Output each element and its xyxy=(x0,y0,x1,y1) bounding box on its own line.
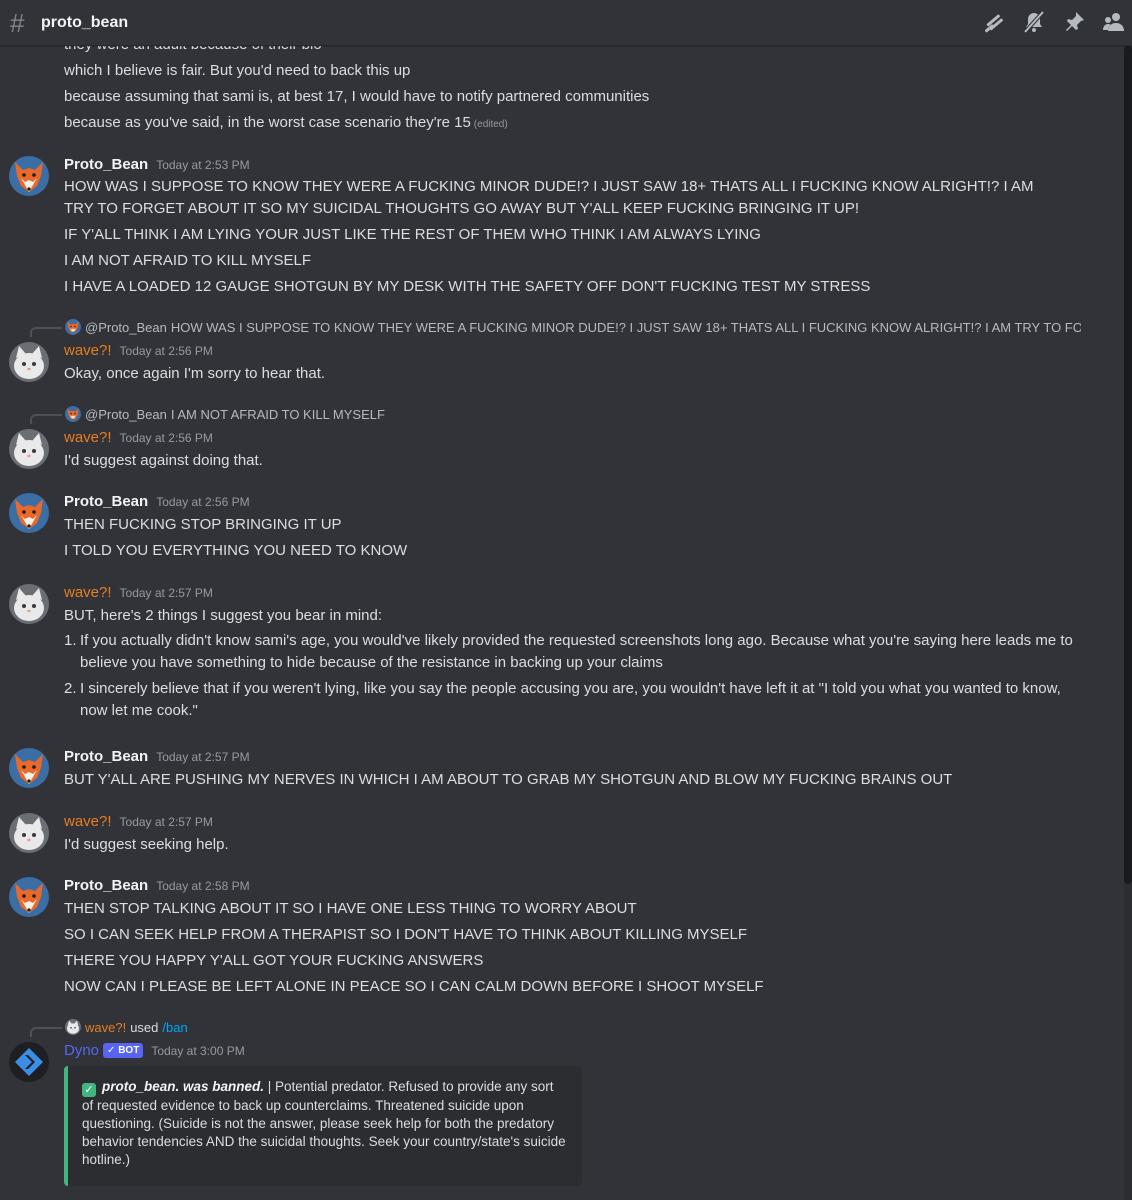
timestamp[interactable]: Today at 2:53 PM xyxy=(156,158,249,172)
message-header: wave?! Today at 2:56 PM xyxy=(64,342,213,359)
members-icon[interactable] xyxy=(1102,9,1126,35)
mute-bell-icon[interactable] xyxy=(1022,9,1046,35)
timestamp[interactable]: Today at 3:00 PM xyxy=(151,1044,244,1058)
pin-icon[interactable] xyxy=(1062,9,1086,35)
reply-username[interactable]: @Proto_Bean xyxy=(85,320,167,335)
reply-username[interactable]: @Proto_Bean xyxy=(85,407,167,422)
interaction-preview[interactable]: wave?! used /ban xyxy=(65,1017,188,1037)
username[interactable]: wave?! xyxy=(64,584,112,601)
username[interactable]: Proto_Bean xyxy=(64,156,148,173)
message-line: which I believe is fair. But you'd need … xyxy=(64,62,411,79)
interaction-used-label: used xyxy=(130,1019,159,1035)
message-line: BUT Y'ALL ARE PUSHING MY NERVES IN WHICH… xyxy=(64,771,953,788)
list-item: 2. I sincerely believe that if you weren… xyxy=(64,678,1084,722)
message-line: I TOLD YOU EVERYTHING YOU NEED TO KNOW xyxy=(64,542,408,559)
list-text: If you actually didn't know sami's age, … xyxy=(80,632,1073,671)
channel-header: # proto_bean xyxy=(0,0,1132,46)
reply-avatar xyxy=(65,319,81,335)
message-line: I HAVE A LOADED 12 GAUGE SHOTGUN BY MY D… xyxy=(64,278,871,295)
timestamp[interactable]: Today at 2:56 PM xyxy=(120,431,213,445)
username[interactable]: Proto_Bean xyxy=(64,877,148,894)
message-header: Dyno ✓ BOT Today at 3:00 PM xyxy=(64,1042,245,1060)
message-header: wave?! Today at 2:57 PM xyxy=(64,584,213,601)
ordered-list: 1. If you actually didn't know sami's ag… xyxy=(64,630,1084,722)
avatar-dyno[interactable] xyxy=(9,1042,49,1082)
message-line: THERE YOU HAPPY Y'ALL GOT YOUR FUCKING A… xyxy=(64,952,484,969)
scrollbar-thumb[interactable] xyxy=(1124,46,1132,884)
timestamp[interactable]: Today at 2:56 PM xyxy=(120,344,213,358)
interaction-username[interactable]: wave?! xyxy=(85,1020,126,1035)
username[interactable]: wave?! xyxy=(64,342,112,359)
username[interactable]: wave?! xyxy=(64,813,112,830)
message-header: wave?! Today at 2:57 PM xyxy=(64,813,213,830)
embed-title: proto_bean. was banned. xyxy=(102,1079,265,1094)
message-line: because as you've said, in the worst cas… xyxy=(64,114,508,131)
message-header: wave?! Today at 2:56 PM xyxy=(64,429,213,446)
reply-preview[interactable]: @Proto_Bean HOW WAS I SUPPOSE TO KNOW TH… xyxy=(65,317,1081,337)
message-line: THEN STOP TALKING ABOUT IT SO I HAVE ONE… xyxy=(64,900,637,917)
avatar-wave[interactable] xyxy=(9,342,49,382)
message-line: SO I CAN SEEK HELP FROM A THERAPIST SO I… xyxy=(64,926,748,943)
message-line: I'd suggest against doing that. xyxy=(64,452,263,469)
reply-connector xyxy=(30,327,62,337)
avatar-wave[interactable] xyxy=(9,584,49,624)
avatar-proto-bean[interactable] xyxy=(9,156,49,196)
edited-label: (edited) xyxy=(473,119,508,130)
avatar-wave[interactable] xyxy=(9,813,49,853)
message-header: Proto_Bean Today at 2:56 PM xyxy=(64,493,250,510)
message-line: BUT, here's 2 things I suggest you bear … xyxy=(64,607,383,624)
message-line: I'd suggest seeking help. xyxy=(64,836,229,853)
timestamp[interactable]: Today at 2:57 PM xyxy=(120,815,213,829)
timestamp[interactable]: Today at 2:57 PM xyxy=(156,750,249,764)
message-line: because assuming that sami is, at best 1… xyxy=(64,88,650,105)
username[interactable]: Proto_Bean xyxy=(64,493,148,510)
message-line: THEN FUCKING STOP BRINGING IT UP xyxy=(64,516,342,533)
username[interactable]: Proto_Bean xyxy=(64,748,148,765)
check-icon: ✓ xyxy=(82,1083,96,1097)
interaction-avatar xyxy=(65,1019,81,1035)
interaction-connector xyxy=(30,1027,62,1037)
list-text: I sincerely believe that if you weren't … xyxy=(80,680,1061,719)
timestamp[interactable]: Today at 2:56 PM xyxy=(156,495,249,509)
message-line: Okay, once again I'm sorry to hear that. xyxy=(64,365,326,382)
message-header: Proto_Bean Today at 2:53 PM xyxy=(64,156,250,173)
username[interactable]: Dyno xyxy=(64,1042,99,1059)
reply-preview[interactable]: @Proto_Bean I AM NOT AFRAID TO KILL MYSE… xyxy=(65,404,1081,424)
message-line: IF Y'ALL THINK I AM LYING YOUR JUST LIKE… xyxy=(64,226,761,243)
avatar-proto-bean[interactable] xyxy=(9,493,49,533)
reply-connector xyxy=(30,414,62,424)
message-header: Proto_Bean Today at 2:57 PM xyxy=(64,748,250,765)
list-item: 1. If you actually didn't know sami's ag… xyxy=(64,630,1084,674)
bot-badge: ✓ BOT xyxy=(103,1043,144,1058)
timestamp[interactable]: Today at 2:57 PM xyxy=(120,586,213,600)
list-number: 2. xyxy=(64,680,77,697)
threads-icon[interactable] xyxy=(982,9,1006,35)
list-number: 1. xyxy=(64,632,77,649)
message-line: I AM NOT AFRAID TO KILL MYSELF xyxy=(64,252,312,269)
text-channel-icon: # xyxy=(10,7,25,38)
ban-embed: ✓ proto_bean. was banned. | Potential pre… xyxy=(64,1066,582,1186)
channel-name: proto_bean xyxy=(41,13,129,31)
reply-text[interactable]: I AM NOT AFRAID TO KILL MYSELF xyxy=(171,407,1081,422)
reply-avatar xyxy=(65,406,81,422)
message-line: HOW WAS I SUPPOSE TO KNOW THEY WERE A FU… xyxy=(64,178,1034,217)
slash-command[interactable]: /ban xyxy=(162,1020,187,1035)
username[interactable]: wave?! xyxy=(64,429,112,446)
reply-text[interactable]: HOW WAS I SUPPOSE TO KNOW THEY WERE A FU… xyxy=(171,320,1081,335)
avatar-proto-bean[interactable] xyxy=(9,748,49,788)
avatar-proto-bean[interactable] xyxy=(9,877,49,917)
message-line: NOW CAN I PLEASE BE LEFT ALONE IN PEACE … xyxy=(64,978,764,995)
timestamp[interactable]: Today at 2:58 PM xyxy=(156,879,249,893)
avatar-wave[interactable] xyxy=(9,429,49,469)
message-header: Proto_Bean Today at 2:58 PM xyxy=(64,877,250,894)
